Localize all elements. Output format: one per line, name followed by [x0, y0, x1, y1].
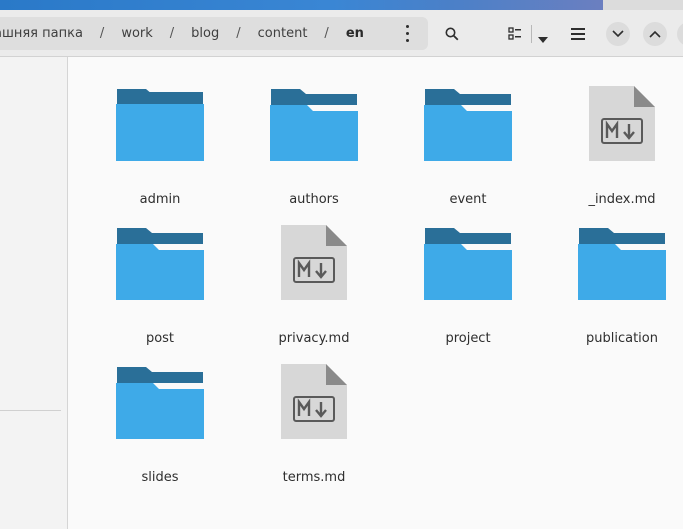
folder-icon: [116, 228, 204, 300]
view-mode-group: [500, 17, 558, 50]
desktop-panel-strip: [0, 0, 603, 10]
window-top-strip: [0, 0, 683, 10]
minimize-button[interactable]: [605, 17, 631, 50]
file-item-privacy-md[interactable]: privacy.md: [254, 204, 374, 346]
breadcrumb: ашняя папка / work / blog / content / en: [0, 17, 428, 50]
folder-icon: [424, 228, 512, 300]
search-icon: [445, 27, 459, 40]
folder-icon: [270, 89, 358, 161]
breadcrumb-current-en[interactable]: en: [346, 26, 364, 41]
file-item-authors[interactable]: authors: [254, 65, 374, 207]
file-item-project[interactable]: project: [408, 204, 528, 346]
folder-icon: [116, 367, 204, 439]
hamburger-menu-icon: [571, 27, 585, 40]
main-menu-button[interactable]: [565, 17, 591, 50]
caret-down-icon: [538, 37, 548, 43]
breadcrumb-work[interactable]: work: [121, 26, 152, 41]
file-item-terms-md[interactable]: terms.md: [254, 343, 374, 485]
view-options-dropdown[interactable]: [538, 29, 548, 48]
file-item-post[interactable]: post: [100, 204, 220, 346]
breadcrumb-separator: /: [99, 26, 105, 41]
folder-icon: [116, 89, 204, 161]
view-mode-divider: [531, 25, 532, 43]
breadcrumb-home[interactable]: ашняя папка: [0, 26, 83, 41]
file-item-event[interactable]: event: [408, 65, 528, 207]
path-options-icon[interactable]: [404, 25, 410, 42]
markdown-file-icon: [281, 364, 347, 439]
folder-icon: [424, 89, 512, 161]
search-button[interactable]: [437, 17, 467, 50]
breadcrumb-separator: /: [324, 26, 329, 41]
list-view-icon: [508, 27, 521, 40]
markdown-file-icon: [281, 225, 347, 300]
breadcrumb-blog[interactable]: blog: [191, 26, 219, 41]
sidebar: [0, 57, 68, 529]
maximize-button[interactable]: [642, 17, 668, 50]
chevron-up-icon: [649, 30, 661, 38]
sidebar-divider: [0, 410, 61, 411]
folder-icon: [578, 228, 666, 300]
file-label: project: [445, 331, 491, 346]
desktop-panel-strip-right: [603, 0, 683, 10]
file-grid: admin authors event _index.md post priva…: [68, 57, 683, 529]
close-button-partial[interactable]: [677, 17, 683, 50]
view-mode-button[interactable]: [508, 26, 522, 45]
markdown-file-icon: [589, 86, 655, 161]
breadcrumb-separator: /: [236, 26, 241, 41]
file-item-index-md[interactable]: _index.md: [562, 65, 682, 207]
file-label: slides: [141, 470, 179, 485]
chevron-down-icon: [612, 29, 624, 37]
header-bar: ашняя папка / work / blog / content / en: [0, 10, 683, 57]
file-item-admin[interactable]: admin: [100, 65, 220, 207]
breadcrumb-content[interactable]: content: [258, 26, 308, 41]
file-label: publication: [586, 331, 658, 346]
file-item-slides[interactable]: slides: [100, 343, 220, 485]
file-item-publication[interactable]: publication: [562, 204, 682, 346]
breadcrumb-separator: /: [169, 26, 175, 41]
file-label: terms.md: [282, 470, 346, 485]
